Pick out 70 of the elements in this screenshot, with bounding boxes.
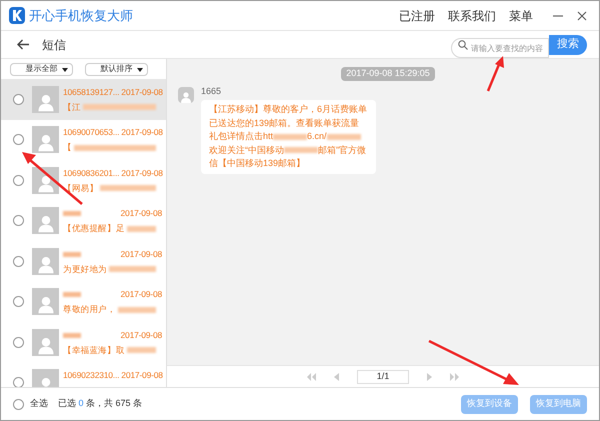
- avatar-icon: [178, 86, 194, 102]
- window-title: 开心手机恢复大师: [29, 6, 133, 25]
- back-arrow-icon[interactable]: [17, 39, 30, 50]
- avatar-icon: [32, 207, 59, 234]
- next-page-icon[interactable]: [427, 372, 432, 380]
- blurred-text: [100, 185, 156, 192]
- restore-button[interactable]: 恢复到设备: [461, 394, 518, 414]
- message-preview: 【优惠提醒】足: [63, 222, 125, 235]
- radio-button[interactable]: [13, 256, 24, 267]
- blurred-text: [126, 347, 156, 354]
- message-date: 2017-09-08: [120, 207, 162, 220]
- message-text: 【江苏移动】尊敬的客户，6月话费账单已送达您的139邮箱。查看账单获流量礼包详情点击htt 6.cn/ 欢迎关注“中国移动 邮箱”官方微信【中国移动139邮箱】: [209, 103, 368, 170]
- radio-button[interactable]: [13, 336, 24, 348]
- message-date: 2017-09-08: [121, 126, 163, 140]
- message-preview: 尊敬的用户，: [63, 303, 116, 316]
- message-date: 2017-09-08: [121, 369, 163, 382]
- radio-button[interactable]: [13, 296, 24, 308]
- search-icon: [458, 40, 468, 50]
- message-preview: 为更好地为: [63, 262, 108, 276]
- blurred-text: [126, 226, 156, 232]
- message-date: 2017-09-08: [120, 248, 162, 261]
- contact-number: 10690070653...: [63, 126, 120, 140]
- contact-number: 10690232310...: [63, 369, 120, 382]
- first-page-icon[interactable]: [307, 372, 316, 380]
- blurred-text: [109, 266, 156, 272]
- radio-button[interactable]: [13, 174, 24, 186]
- message-date: 2017-09-08: [121, 166, 163, 180]
- radio-button[interactable]: [13, 377, 24, 387]
- annotation-arrow: [486, 56, 506, 92]
- restore-button[interactable]: 恢复到电脑: [530, 394, 587, 414]
- avatar-icon: [32, 328, 59, 356]
- page-indicator[interactable]: 1/1: [357, 370, 409, 384]
- previous-page-icon[interactable]: [334, 372, 339, 380]
- app-logo-icon: [9, 7, 25, 24]
- message-date: 2017-09-08: [120, 328, 162, 342]
- message-date: 2017-09-08: [120, 288, 162, 302]
- search-field[interactable]: 请输入要查找的内容: [451, 38, 549, 58]
- blurred-text: [118, 306, 156, 313]
- sort-dropdown[interactable]: 显示全部: [10, 62, 73, 76]
- message-preview: 【: [63, 141, 72, 154]
- message-date: 2017-09-08: [121, 86, 163, 99]
- caret-icon: [62, 68, 68, 72]
- avatar-icon: [32, 166, 59, 194]
- message-preview: 【幸福蓝海】取: [63, 344, 125, 356]
- sort-dropdown[interactable]: 默认排序: [85, 62, 148, 76]
- timestamp: 2017-09-08 15:29:05: [341, 67, 435, 80]
- avatar-icon: [32, 248, 59, 275]
- radio-button[interactable]: [13, 134, 24, 146]
- menu-item[interactable]: 联系我们: [448, 6, 496, 24]
- search-button[interactable]: 搜索: [549, 34, 587, 54]
- select-all-label[interactable]: 全选: [30, 397, 48, 411]
- close-icon[interactable]: [577, 10, 587, 20]
- message-preview: 【江: [63, 100, 81, 114]
- radio-button[interactable]: [13, 94, 24, 105]
- last-page-icon[interactable]: [450, 372, 459, 380]
- avatar-icon: [32, 86, 59, 113]
- contact-number: 10658139127...: [63, 86, 120, 99]
- message-preview: 【网易】: [63, 182, 98, 194]
- page-title: 短信: [42, 36, 66, 54]
- radio-button[interactable]: [13, 398, 24, 410]
- menu-item[interactable]: 已注册: [399, 6, 435, 24]
- menu-item[interactable]: 菜单: [509, 6, 533, 24]
- avatar-icon: [32, 288, 59, 316]
- conversation-row[interactable]: 10658139127... 2017-09-08 【江: [1, 79, 166, 120]
- radio-button[interactable]: [13, 215, 24, 226]
- avatar-icon: [32, 126, 59, 154]
- caret-icon: [137, 68, 143, 72]
- contact-number: 10690836201...: [63, 166, 120, 180]
- sender-name: 1665: [201, 84, 222, 98]
- selection-count: 已选 0 条，共 675 条: [58, 397, 142, 410]
